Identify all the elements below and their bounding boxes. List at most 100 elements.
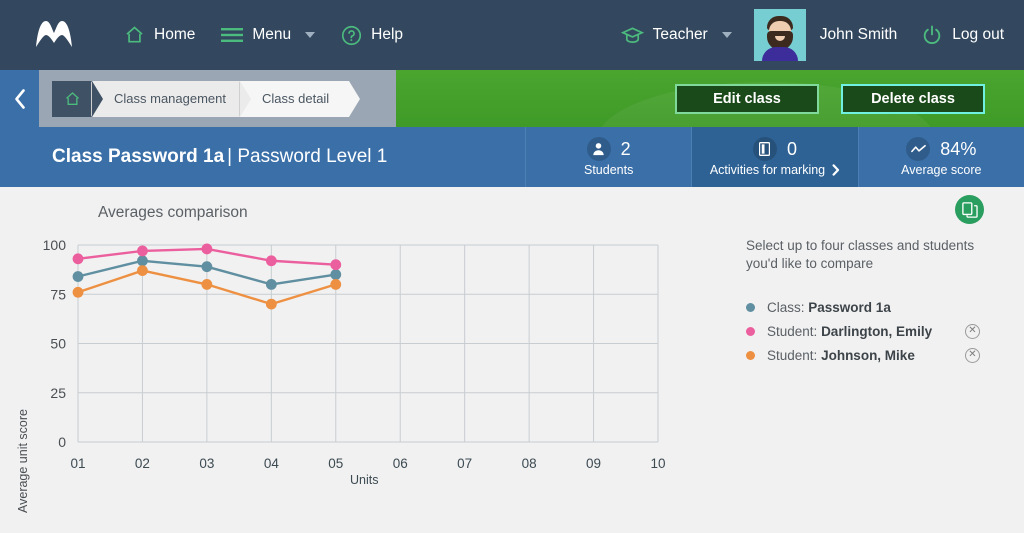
averages-comparison-chart[interactable]: 0 25 50 75 100 01 02 03 04 05 06 07 08 09 10 Average u… xyxy=(0,227,700,513)
stat-activities-value: 0 xyxy=(786,138,797,159)
chart-x-tick: 08 xyxy=(522,456,537,471)
chart-x-tick: 02 xyxy=(135,456,150,471)
chart-x-tick: 09 xyxy=(586,456,601,471)
chevron-down-icon xyxy=(305,32,316,38)
chart-y-tick: 100 xyxy=(43,237,67,253)
legend-item-label: Class: Password 1a xyxy=(767,300,891,315)
chart-x-tick: 05 xyxy=(328,456,343,471)
power-icon xyxy=(921,24,943,46)
close-circle-icon[interactable]: ✕ xyxy=(965,347,980,363)
stat-students[interactable]: 2 Students xyxy=(525,127,691,187)
chevron-right-icon xyxy=(832,164,840,176)
stat-activities-for-marking[interactable]: 0 Activities for marking xyxy=(691,127,858,187)
breadcrumb-item-label: Class detail xyxy=(262,91,330,106)
nav-item-home[interactable]: Home xyxy=(124,25,195,45)
legend-prefix: Student: xyxy=(767,323,818,339)
trendline-icon xyxy=(906,137,931,161)
chart-x-tick: 07 xyxy=(457,456,472,471)
stat-label-text: Average score xyxy=(901,163,982,177)
page-title-bold: Class Password 1a xyxy=(52,146,225,167)
avatar[interactable] xyxy=(753,9,806,61)
home-icon xyxy=(64,91,81,107)
close-circle-icon[interactable]: ✕ xyxy=(965,323,980,339)
chart-y-tick: 0 xyxy=(58,434,66,450)
question-circle-icon xyxy=(341,25,362,46)
top-navigation-bar: Home Menu Help Teacher John Smith Log ou… xyxy=(0,0,1024,70)
class-title-bar: Class Password 1a | Password Level 1 2 S… xyxy=(0,127,1024,187)
page-title: Class Password 1a | Password Level 1 xyxy=(0,127,525,187)
user-nav: Teacher John Smith Log out xyxy=(620,9,1004,61)
legend-item-label: Student: Darlington, Emily xyxy=(767,324,932,339)
stat-average-label: Average score xyxy=(901,163,981,177)
chart-y-tick: 50 xyxy=(50,336,66,352)
chevron-left-icon xyxy=(13,88,27,110)
nav-item-help[interactable]: Help xyxy=(341,25,403,46)
legend-color-swatch xyxy=(746,326,755,336)
chart-canvas: 0 25 50 75 100 01 02 03 04 05 06 07 08 09 10 xyxy=(43,237,666,471)
compare-instructions: Select up to four classes and students y… xyxy=(746,238,975,271)
stat-students-label: Students xyxy=(584,163,633,177)
breadcrumb-item-class-management[interactable]: Class management xyxy=(91,80,251,117)
delete-class-button[interactable]: Delete class xyxy=(841,83,985,114)
home-icon xyxy=(124,25,145,45)
chart-side-panel: Select up to four classes and students y… xyxy=(746,237,1006,367)
graduation-cap-icon xyxy=(620,26,644,45)
chart-x-tick: 01 xyxy=(70,456,85,471)
breadcrumb-item-class-detail[interactable]: Class detail xyxy=(239,80,361,117)
chart-x-tick: 06 xyxy=(393,456,408,471)
legend-item-label: Student: Johnson, Mike xyxy=(767,348,915,363)
breadcrumb-home[interactable] xyxy=(52,80,103,117)
chart-y-axis-label: Average unit score xyxy=(16,409,30,513)
role-label: Teacher xyxy=(652,26,708,43)
edit-class-button[interactable]: Edit class xyxy=(675,83,819,114)
chevron-down-icon xyxy=(721,32,732,38)
class-stats: 2 Students 0 Activities for marking 84% … xyxy=(525,127,1024,187)
chart-x-axis-label: Units xyxy=(350,473,379,487)
documents-icon[interactable] xyxy=(955,195,984,224)
legend-prefix: Student: xyxy=(767,347,818,363)
legend-item-class[interactable]: Class: Password 1a xyxy=(746,295,1006,319)
stat-label-text: Activities for marking xyxy=(709,163,826,177)
chart-x-tick: 03 xyxy=(199,456,214,471)
legend-color-swatch xyxy=(746,302,755,312)
hamburger-icon xyxy=(221,27,244,43)
breadcrumb: Class management Class detail xyxy=(39,70,396,127)
stat-average-score[interactable]: 84% Average score xyxy=(857,127,1024,187)
stat-average-value: 84% xyxy=(940,138,977,159)
breadcrumb-item-label: Class management xyxy=(114,91,226,106)
app-logo[interactable] xyxy=(34,18,74,52)
chart-x-tick: 10 xyxy=(650,456,665,471)
legend-name: Password 1a xyxy=(808,299,891,315)
logout-label: Log out xyxy=(952,26,1004,43)
nav-item-menu-label: Menu xyxy=(252,26,292,43)
stat-label-text: Students xyxy=(583,163,634,177)
nav-item-help-label: Help xyxy=(371,26,404,43)
legend-name: Darlington, Emily xyxy=(821,323,933,339)
role-selector[interactable]: Teacher xyxy=(620,26,732,45)
chart-legend: Class: Password 1a Student: Darlington, … xyxy=(746,295,1006,367)
breadcrumb-bar: Class management Class detail Edit class… xyxy=(0,70,1024,127)
nav-item-home-label: Home xyxy=(154,26,196,43)
legend-name: Johnson, Mike xyxy=(821,347,915,363)
primary-nav: Home Menu Help xyxy=(124,25,403,46)
main-content: Averages comparison 0 25 50 75 100 01 02 03 04 05… xyxy=(0,187,1024,513)
nav-item-menu[interactable]: Menu xyxy=(221,26,316,44)
page-title-rest: | Password Level 1 xyxy=(227,146,388,167)
legend-prefix: Class: xyxy=(767,299,805,315)
chart-y-tick: 25 xyxy=(50,385,66,401)
legend-item-student-darlington[interactable]: Student: Darlington, Emily ✕ xyxy=(746,319,1006,343)
logout-button[interactable]: Log out xyxy=(921,24,1004,46)
username-label: John Smith xyxy=(819,26,898,43)
chart-x-tick: 04 xyxy=(264,456,280,471)
class-actions: Edit class Delete class xyxy=(675,70,985,127)
stat-students-value: 2 xyxy=(620,138,631,159)
chart-y-tick: 75 xyxy=(50,286,66,302)
book-icon xyxy=(752,137,777,161)
person-icon xyxy=(586,137,611,161)
chart-title: Averages comparison xyxy=(98,204,248,221)
legend-item-student-johnson[interactable]: Student: Johnson, Mike ✕ xyxy=(746,343,1006,367)
legend-color-swatch xyxy=(746,350,755,360)
avatar-body xyxy=(761,47,798,61)
back-button[interactable] xyxy=(0,70,39,127)
stat-activities-label: Activities for marking xyxy=(710,163,840,177)
